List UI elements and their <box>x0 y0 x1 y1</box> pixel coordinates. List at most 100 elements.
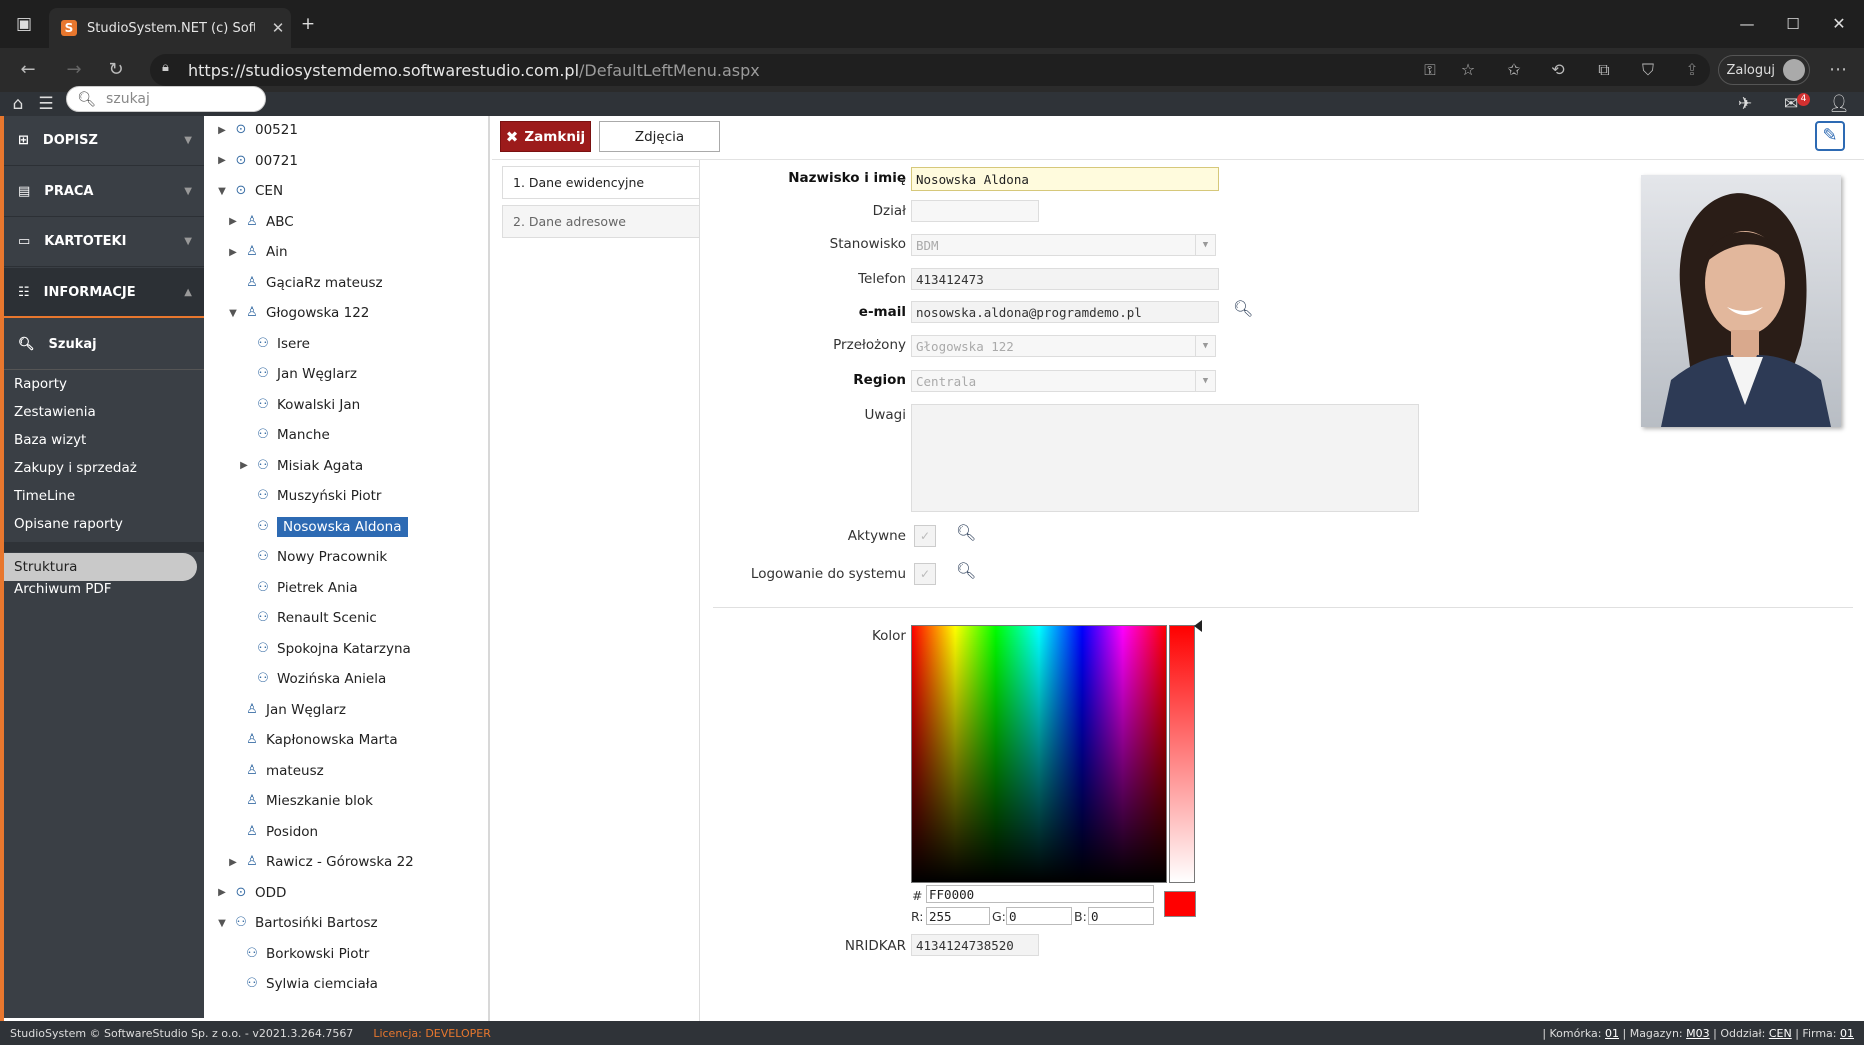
login-system-checkbox[interactable]: ✓ <box>914 563 936 585</box>
tree-node[interactable]: ⚇ Nowy Pracownik <box>239 545 387 569</box>
extensions-icon[interactable]: ⛉ <box>1630 48 1666 92</box>
tree-node[interactable]: ▼ ⊙ CEN <box>217 179 283 203</box>
tree-node[interactable]: ▼ ♙ Głogowska 122 <box>228 301 369 325</box>
minimize-icon[interactable]: — <box>1730 0 1764 48</box>
hex-input[interactable]: FF0000 <box>926 885 1154 903</box>
active-search-icon[interactable]: 🔍︎ <box>956 523 976 542</box>
new-tab-icon[interactable]: + <box>296 0 320 48</box>
collections-icon[interactable]: ⧉ <box>1586 48 1622 92</box>
tree-node[interactable]: ⚇ Wozińska Aniela <box>239 667 386 691</box>
expand-down-icon[interactable]: ▼ <box>217 186 227 197</box>
search-box[interactable]: 🔍︎ szukaj <box>66 86 266 112</box>
dept-input[interactable] <box>911 200 1039 222</box>
back-icon[interactable]: ← <box>10 48 46 92</box>
nridkar-input[interactable]: 4134124738520 <box>911 934 1039 956</box>
tab-dane-adresowe[interactable]: 2. Dane adresowe <box>502 205 700 238</box>
tree-node[interactable]: ▶ ⊙ 00521 <box>217 118 298 142</box>
tree-node[interactable]: ▶ ♙ Ain <box>228 240 287 264</box>
tree-node[interactable]: ▼ ⚇ Bartosińki Bartosz <box>217 911 377 935</box>
tree-node[interactable]: ♙ Kapłonowska Marta <box>228 728 397 752</box>
email-input[interactable]: nosowska.aldona@programdemo.pl <box>911 301 1219 323</box>
user-icon[interactable]: 👤︎ <box>1822 92 1856 116</box>
menu-link-zestawienia[interactable]: Zestawienia <box>14 404 96 420</box>
tree-node[interactable]: ♙ mateusz <box>228 759 324 783</box>
tree-node[interactable]: ♙ Jan Węglarz <box>228 698 346 722</box>
tab-actions-icon[interactable]: ▣ <box>8 0 40 48</box>
home-icon[interactable]: ⌂ <box>6 92 30 116</box>
expand-right-icon[interactable]: ▶ <box>217 125 227 136</box>
tree-node[interactable]: ▶ ♙ Rawicz - Górowska 22 <box>228 850 414 874</box>
close-tab-icon[interactable]: ✕ <box>265 19 291 37</box>
expand-right-icon[interactable]: ▶ <box>239 460 249 471</box>
more-icon[interactable]: ⋯ <box>1820 48 1856 92</box>
g-input[interactable]: 0 <box>1006 907 1072 925</box>
tree-node[interactable]: ♙ Mieszkanie blok <box>228 789 373 813</box>
supervisor-select[interactable]: Głogowska 122 ▼ <box>911 335 1216 357</box>
region-select[interactable]: Centrala ▼ <box>911 370 1216 392</box>
edit-icon[interactable]: ✎ <box>1815 121 1845 151</box>
tree-node[interactable]: ⚇ Kowalski Jan <box>239 393 360 417</box>
tree-node[interactable]: ♙ GąciaRz mateusz <box>228 271 382 295</box>
phone-input[interactable]: 413412473 <box>911 268 1219 290</box>
tree-node[interactable]: ♙ Posidon <box>228 820 318 844</box>
tree-node[interactable]: ⚇ Jan Węglarz <box>239 362 357 386</box>
maximize-icon[interactable]: ☐ <box>1776 0 1810 48</box>
notes-textarea[interactable] <box>911 404 1419 512</box>
active-checkbox[interactable]: ✓ <box>914 525 936 547</box>
tree-node[interactable]: ▶ ♙ ABC <box>228 210 294 234</box>
tree-node[interactable]: ▶ ⊙ ODD <box>217 881 286 905</box>
expand-right-icon[interactable]: ▶ <box>228 857 238 868</box>
tree-node[interactable]: ⚇ Spokojna Katarzyna <box>239 637 411 661</box>
tree-node[interactable]: ⚇ Sylwia ciemciała <box>228 972 378 996</box>
b-input[interactable]: 0 <box>1088 907 1154 925</box>
tree-node[interactable]: ▶ ⚇ Misiak Agata <box>239 454 363 478</box>
status-firma[interactable]: 01 <box>1840 1027 1854 1040</box>
menu-section-informacje[interactable]: ☷ INFORMACJE ▲ <box>4 268 204 318</box>
expand-right-icon[interactable]: ▶ <box>217 155 227 166</box>
color-intensity-slider[interactable] <box>1169 625 1195 883</box>
expand-down-icon[interactable]: ▼ <box>217 918 227 929</box>
tree-node[interactable]: ⚇ Nosowska Aldona <box>239 515 408 539</box>
menu-link-opisane-raporty[interactable]: Opisane raporty <box>14 516 123 532</box>
menu-list-icon[interactable]: ☰ <box>34 92 58 116</box>
menu-search[interactable]: 🔍︎ Szukaj <box>4 320 204 370</box>
menu-link-timeline[interactable]: TimeLine <box>14 488 75 504</box>
expand-right-icon[interactable]: ▶ <box>228 216 238 227</box>
favorites-icon[interactable]: ✩ <box>1496 48 1532 92</box>
login-button[interactable]: Zaloguj <box>1718 55 1810 85</box>
expand-right-icon[interactable]: ▶ <box>228 247 238 258</box>
tree-node[interactable]: ⚇ Borkowski Piotr <box>228 942 369 966</box>
r-input[interactable]: 255 <box>926 907 990 925</box>
status-oddzial[interactable]: CEN <box>1769 1027 1792 1040</box>
window-close-icon[interactable]: ✕ <box>1822 0 1856 48</box>
menu-section-praca[interactable]: ▤ PRACA ▼ <box>4 167 204 217</box>
add-favorite-icon[interactable]: ☆ <box>1450 48 1486 92</box>
status-komorka[interactable]: 01 <box>1605 1027 1619 1040</box>
expand-down-icon[interactable]: ▼ <box>228 308 238 319</box>
status-magazyn[interactable]: M03 <box>1686 1027 1710 1040</box>
close-button[interactable]: ✖ Zamknij <box>500 121 591 152</box>
history-icon[interactable]: ⟲ <box>1540 48 1576 92</box>
tree-node[interactable]: ⚇ Isere <box>239 332 310 356</box>
tree-node[interactable]: ⚇ Pietrek Ania <box>239 576 358 600</box>
name-input[interactable]: Nosowska Aldona <box>911 167 1219 191</box>
tree-node[interactable]: ⚇ Renault Scenic <box>239 606 377 630</box>
tree-node[interactable]: ⚇ Manche <box>239 423 330 447</box>
position-select[interactable]: BDM ▼ <box>911 234 1216 256</box>
menu-link-archiwum-pdf[interactable]: Archiwum PDF <box>14 581 112 597</box>
plane-icon[interactable]: ✈ <box>1728 92 1762 116</box>
menu-link-raporty[interactable]: Raporty <box>14 376 67 392</box>
browser-tab[interactable]: S StudioSystem.NET (c) SoftwareSt ✕ <box>49 8 291 48</box>
menu-link-baza-wizyt[interactable]: Baza wizyt <box>14 432 86 448</box>
email-search-icon[interactable]: 🔍︎ <box>1233 299 1253 318</box>
login-search-icon[interactable]: 🔍︎ <box>956 561 976 580</box>
menu-link-zakupy[interactable]: Zakupy i sprzedaż <box>14 460 137 476</box>
share-icon[interactable]: ⇪ <box>1674 48 1710 92</box>
slider-handle-icon[interactable] <box>1194 620 1202 632</box>
key-icon[interactable]: ⚿ <box>1412 48 1448 92</box>
tree-node[interactable]: ⚇ Muszyński Piotr <box>239 484 381 508</box>
expand-right-icon[interactable]: ▶ <box>217 887 227 898</box>
menu-section-dopisz[interactable]: ⊞ DOPISZ ▼ <box>4 116 204 166</box>
tab-dane-ewidencyjne[interactable]: 1. Dane ewidencyjne <box>502 166 700 199</box>
tree-node[interactable]: ▶ ⊙ 00721 <box>217 149 298 173</box>
